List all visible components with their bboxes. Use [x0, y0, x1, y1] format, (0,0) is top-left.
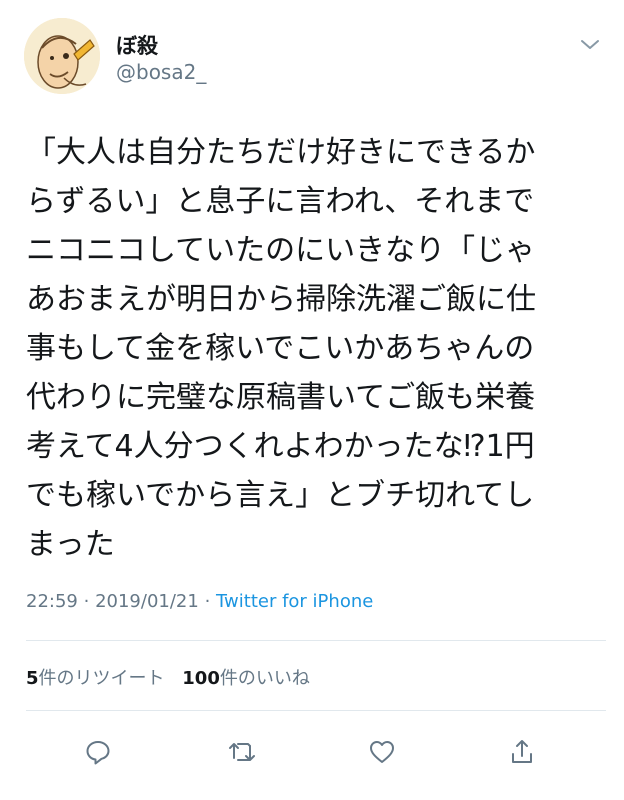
tweet-line: らずるい」と息子に言われ、それまで [26, 184, 535, 219]
user-handle[interactable]: @bosa2_ [116, 60, 206, 84]
retweet-count: 5 [26, 668, 39, 689]
meta-separator: · [204, 591, 211, 612]
avatar[interactable] [24, 18, 100, 94]
tweet-line: 考えて4人分つくれよわかったな⁉1円 [26, 429, 535, 464]
retweet-label: 件のリツイート [38, 668, 165, 689]
tweet-time[interactable]: 22:59 [26, 591, 78, 612]
tweet-date[interactable]: 2019/01/21 [95, 591, 199, 612]
divider [26, 640, 606, 641]
tweet-menu-button[interactable] [576, 34, 604, 54]
tweet-line: 事もして金を稼いでこいかあちゃんの [26, 331, 535, 366]
tweet-text: 「大人は自分たちだけ好きにできるか らずるい」と息子に言われ、それまで ニコニコ… [26, 128, 606, 569]
divider [26, 710, 606, 711]
like-button[interactable] [362, 734, 402, 770]
tweet-action-bar [0, 726, 624, 776]
display-name[interactable]: ぼ殺 [116, 30, 158, 60]
reply-icon [86, 741, 110, 765]
chevron-down-icon [581, 40, 599, 49]
like-label: 件のいいね [219, 668, 310, 689]
tweet-line: 代わりに完璧な原稿書いてご飯も栄養 [26, 380, 536, 415]
meta-separator: · [83, 591, 90, 612]
retweet-icon [229, 743, 255, 761]
retweet-button[interactable] [222, 734, 262, 770]
avatar-illustration [24, 18, 100, 94]
tweet-line: まった [26, 527, 115, 562]
tweet-source-link[interactable]: Twitter for iPhone [216, 591, 373, 612]
share-button[interactable] [502, 734, 542, 770]
like-count: 100 [182, 668, 220, 689]
share-icon [512, 740, 532, 763]
tweet-meta: 22:59 · 2019/01/21 · Twitter for iPhone [26, 591, 373, 612]
heart-icon [370, 741, 394, 763]
retweet-count-link[interactable]: 5件のリツイート [26, 668, 165, 689]
tweet-line: でも稼いでから言え」とブチ切れてし [26, 478, 535, 513]
reply-button[interactable] [78, 734, 118, 770]
tweet-stats: 5件のリツイート 100件のいいね [26, 664, 322, 690]
tweet-line: 「大人は自分たちだけ好きにできるか [26, 135, 536, 170]
tweet-line: ニコニコしていたのにいきなり「じゃ [26, 233, 536, 268]
like-count-link[interactable]: 100件のいいね [182, 668, 310, 689]
tweet-line: あおまえが明日から掃除洗濯ご飯に仕 [26, 282, 536, 317]
